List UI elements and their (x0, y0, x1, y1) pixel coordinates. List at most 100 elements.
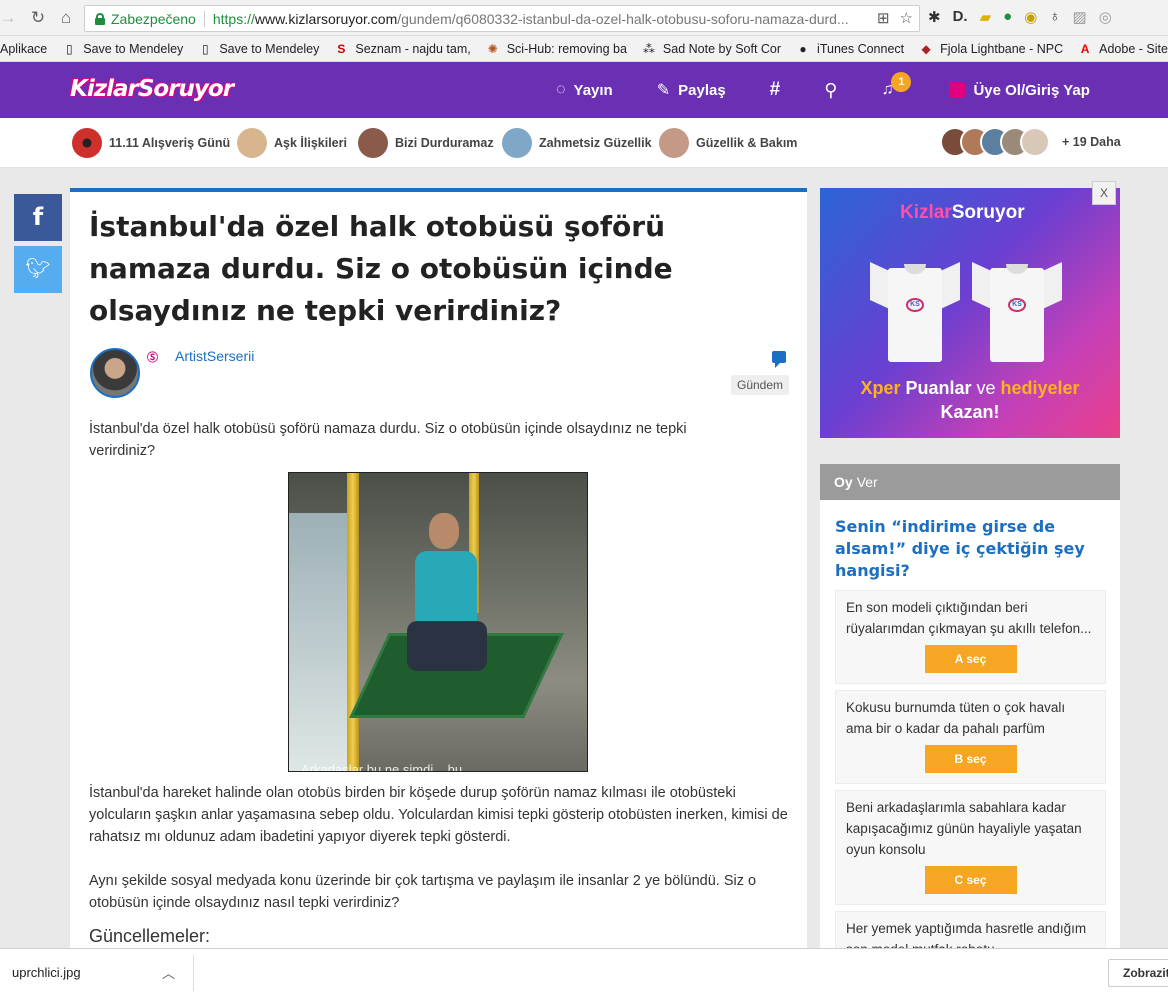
search-icon: ⚲ (824, 79, 838, 100)
bookmark-star-icon[interactable]: ☆ (900, 9, 913, 27)
extension-folder-icon[interactable]: ▰ (980, 8, 992, 26)
ad-close-button[interactable]: X (1092, 181, 1116, 205)
bookmark-label: iTunes Connect (817, 41, 905, 56)
poll-header-rest: Ver (856, 474, 878, 490)
bookmark-label: Adobe - Site Area Te (1099, 41, 1168, 56)
nav-search[interactable]: ⚲ (824, 80, 837, 101)
author-badge-icon: Ⓢ (147, 352, 158, 364)
site-logo[interactable]: KizlarSoruyor (70, 76, 234, 102)
bookmark-label: Aplikace (0, 41, 48, 56)
home-icon[interactable]: ⌂ (54, 6, 78, 30)
back-icon[interactable]: → (0, 6, 20, 30)
extension-bug-icon[interactable]: ✱ (928, 8, 941, 26)
extension-bulb-icon[interactable]: ♁ (1049, 8, 1060, 26)
pencil-icon: ✎ (656, 82, 671, 99)
category-thumb (659, 128, 689, 158)
hashtag-icon: # (769, 79, 781, 100)
category-love[interactable]: Aşk İlişkileri (237, 127, 347, 159)
bookmark-label: Sad Note by Soft Cor (662, 41, 782, 56)
article-lead: İstanbul'da özel halk otobüsü şoförü nam… (89, 421, 687, 459)
download-item[interactable]: uprchlici.jpg (12, 965, 81, 980)
twitter-icon: 🐦︎ (25, 258, 51, 280)
photo-bus-door (289, 513, 347, 771)
bookmark-scihub[interactable]: ✺ Sci-Hub: removing ba (487, 42, 627, 56)
extension-d-icon[interactable]: D. (953, 8, 968, 26)
translate-icon[interactable]: ⊞ (877, 9, 890, 27)
category-avatar (1020, 127, 1050, 157)
nav-broadcast[interactable]: ◌ Yayın (556, 81, 613, 99)
nav-hashtag[interactable]: # (770, 79, 781, 101)
ad-text-part: Kazan! (940, 402, 1000, 422)
twitter-share-button[interactable]: 🐦︎ (14, 246, 62, 293)
category-label: Aşk İlişkileri (274, 136, 347, 150)
extensions-area: ✱ D. ▰ ● ◉ ♁ ▨ ◎ (928, 8, 1112, 26)
category-unstoppable[interactable]: Bizi Durduramaz (358, 127, 494, 159)
page-icon: ▯ (202, 41, 209, 56)
extension-green-icon[interactable]: ● (1003, 8, 1012, 26)
show-all-downloads-button[interactable]: Zobrazit (1108, 959, 1168, 987)
poll-option: Her yemek yaptığımda hasretle andığım so… (835, 911, 1106, 948)
scihub-icon: ✺ (487, 41, 498, 56)
photo-person-head (429, 513, 459, 549)
article-photo[interactable]: Arkadaşlar bu ne simdi... bu (288, 472, 588, 772)
category-strip: 11.11 Alışveriş Günü Aşk İlişkileri Bizi… (0, 118, 1168, 168)
extension-coin-icon[interactable]: ◉ (1024, 8, 1037, 26)
people-icon: ⁂ (642, 41, 655, 56)
poll-option-a-button[interactable]: A seç (924, 645, 1017, 673)
category-thumb (358, 128, 388, 158)
category-tag[interactable]: Gündem (731, 375, 790, 395)
bookmark-seznam[interactable]: S Seznam - najdu tam, (335, 42, 470, 56)
bookmark-label: Sci-Hub: removing ba (506, 41, 627, 56)
categories-more[interactable]: + 19 Daha (940, 127, 1121, 157)
article-paragraph-2: Aynı şekilde sosyal medyada konu üzerind… (89, 873, 757, 911)
bookmark-mendeley-2[interactable]: ▯ Save to Mendeley (199, 42, 319, 56)
facebook-share-button[interactable]: f (14, 194, 62, 241)
downloads-divider (193, 955, 194, 991)
category-beauty-care[interactable]: Güzellik & Bakım (659, 127, 797, 159)
bookmark-sadnote[interactable]: ⁂ Sad Note by Soft Cor (643, 42, 781, 56)
url-path: /gundem/q6080332-istanbul-da-ozel-halk-o… (397, 10, 849, 27)
poll-option-text: Kokusu burnumda tüten o çok havalı ama b… (846, 700, 1066, 736)
bookmark-adobe[interactable]: A Adobe - Site Area Te (1079, 42, 1168, 56)
sidebar-ad[interactable]: KizlarSoruyor KS KS Xper Puanlar ve hedi… (820, 188, 1120, 438)
chevron-up-icon[interactable]: ︿ (162, 963, 175, 982)
bookmark-label: Save to Mendeley (219, 41, 320, 56)
extension-image-icon[interactable]: ▨ (1073, 8, 1087, 26)
bookmark-itunes[interactable]: ● iTunes Connect (797, 42, 904, 56)
poll-option-c-button[interactable]: C seç (924, 866, 1017, 894)
adobe-icon: A (1080, 41, 1090, 56)
omnibox-divider (203, 10, 205, 27)
poll-option-text: En son modeli çıktığından beri rüyalarım… (846, 600, 1092, 636)
ks-logo-icon: KS (906, 298, 924, 312)
bookmark-fjola[interactable]: ◆ Fjola Lightbane - NPC (920, 42, 1064, 56)
ad-logo: KizlarSoruyor (900, 202, 1025, 224)
poll-option-b-button[interactable]: B seç (924, 745, 1017, 773)
extension-circle-icon[interactable]: ◎ (1099, 8, 1112, 26)
poll-header-bold: Oy (834, 474, 853, 490)
photo-person-vest (415, 551, 477, 625)
bookmark-mendeley-1[interactable]: ▯ Save to Mendeley (63, 42, 183, 56)
author-name-link[interactable]: ArtistSerserii (175, 348, 254, 364)
bookmarks-bar: Aplikace ▯ Save to Mendeley ▯ Save to Mend… (0, 36, 1168, 62)
nav-notifications[interactable]: ♫ 1 (881, 72, 912, 99)
category-label: 11.11 Alışveriş Günü (109, 136, 231, 150)
bookmark-apps[interactable]: Aplikace (0, 42, 47, 56)
poll-header: Oy Ver (820, 464, 1120, 500)
site-header: KizlarSoruyor ◌ Yayın ✎ Paylaş # ⚲ ♫ 1 Üye … (0, 62, 1168, 118)
address-bar[interactable]: Zabezpečeno https:// www.kizlarsoruyor.c… (84, 5, 920, 32)
nav-share[interactable]: ✎ Paylaş (657, 80, 726, 100)
ad-text: Xper Puanlar ve hediyeler Kazan! (820, 376, 1120, 424)
nav-broadcast-label: Yayın (573, 81, 613, 99)
author-avatar[interactable] (90, 348, 140, 398)
nav-login[interactable]: Üye Ol/Giriş Yap (949, 82, 1090, 99)
header-nav: ◌ Yayın ✎ Paylaş # ⚲ ♫ 1 Üye Ol/Giriş Yap (556, 62, 1134, 118)
category-shopping[interactable]: 11.11 Alışveriş Günü (72, 127, 230, 159)
secure-label: Zabezpečeno (111, 10, 196, 27)
ad-text-part: ve (976, 378, 996, 398)
category-beauty-easy[interactable]: Zahmetsiz Güzellik (502, 127, 652, 159)
categories-more-label: + 19 Daha (1062, 135, 1121, 149)
page-icon: ▯ (65, 41, 73, 56)
reload-icon[interactable]: ↻ (26, 6, 50, 30)
ad-logo-part: Kizlar (900, 202, 952, 223)
comment-icon[interactable] (772, 351, 786, 368)
